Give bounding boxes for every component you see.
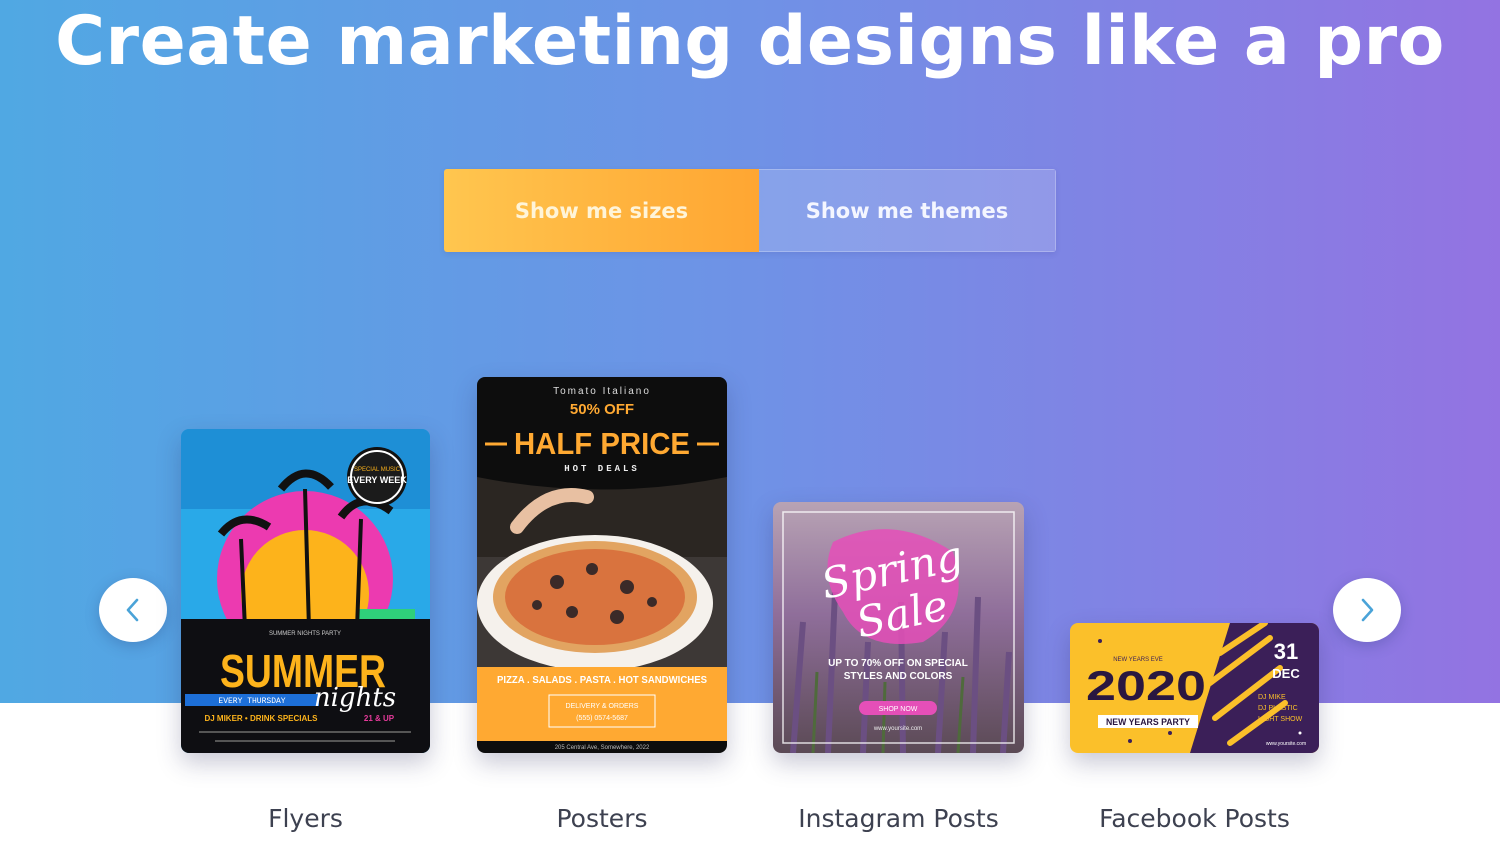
posters-label[interactable]: Posters bbox=[477, 804, 727, 833]
instagram-posts-label[interactable]: Instagram Posts bbox=[773, 804, 1024, 833]
poster-menu: PIZZA . SALADS . PASTA . HOT SANDWICHES bbox=[497, 675, 707, 686]
page-title: Create marketing designs like a pro bbox=[55, 2, 1445, 81]
poster-address: 205 Central Ave, Somewhere, 2022 bbox=[555, 745, 650, 751]
flyer-template-card[interactable]: SPECIAL MUSIC EVERY WEEK SUMMER NIGHTS P… bbox=[181, 429, 430, 753]
instagram-url: www.yoursite.com bbox=[873, 726, 922, 732]
carousel-prev-button[interactable] bbox=[99, 578, 167, 642]
view-toggle: Show me sizes Show me themes bbox=[444, 169, 1056, 252]
poster-template-card[interactable]: Tomato Italiano 50% OFF HALF PRICE HOT D… bbox=[477, 377, 727, 753]
facebook-day: 31 bbox=[1274, 639, 1298, 664]
facebook-info-1: DJ MIKE bbox=[1258, 694, 1286, 701]
flyer-age: 21 & UP bbox=[364, 714, 395, 723]
flyers-label[interactable]: Flyers bbox=[181, 804, 430, 833]
facebook-info-2: DJ PLASTIC bbox=[1258, 705, 1298, 712]
poster-delivery: DELIVERY & ORDERS bbox=[566, 703, 639, 710]
poster-phone: (555) 0574-5687 bbox=[576, 715, 628, 722]
instagram-thumbnail: Spring Sale UP TO 70% OFF ON SPECIAL STY… bbox=[773, 502, 1024, 753]
flyer-kicker: SUMMER NIGHTS PARTY bbox=[269, 631, 341, 637]
facebook-thumbnail: NEW YEARS EVE 2020 NEW YEARS PARTY 31 DE… bbox=[1070, 623, 1319, 753]
flyer-badge: EVERY WEEK bbox=[347, 475, 407, 485]
poster-title: HALF PRICE bbox=[514, 426, 690, 461]
instagram-template-card[interactable]: Spring Sale UP TO 70% OFF ON SPECIAL STY… bbox=[773, 502, 1024, 753]
facebook-template-card[interactable]: NEW YEARS EVE 2020 NEW YEARS PARTY 31 DE… bbox=[1070, 623, 1319, 753]
facebook-posts-label[interactable]: Facebook Posts bbox=[1070, 804, 1319, 833]
carousel-next-button[interactable] bbox=[1333, 578, 1401, 642]
show-sizes-button[interactable]: Show me sizes bbox=[444, 169, 759, 252]
flyer-script: nights bbox=[314, 683, 396, 713]
instagram-line-1: UP TO 70% OFF ON SPECIAL bbox=[828, 658, 968, 669]
show-themes-button[interactable]: Show me themes bbox=[759, 169, 1056, 252]
flyer-band: EVERY THURSDAY bbox=[218, 697, 285, 706]
facebook-month: DEC bbox=[1272, 666, 1300, 681]
flyer-badge-small: SPECIAL MUSIC bbox=[354, 467, 401, 473]
facebook-url: www.yoursite.com bbox=[1266, 741, 1306, 747]
poster-subtitle: HOT DEALS bbox=[564, 464, 640, 474]
flyer-thumbnail: SPECIAL MUSIC EVERY WEEK SUMMER NIGHTS P… bbox=[181, 429, 430, 753]
instagram-cta: SHOP NOW bbox=[879, 706, 918, 713]
poster-offer: 50% OFF bbox=[570, 401, 634, 418]
facebook-banner: NEW YEARS PARTY bbox=[1106, 717, 1190, 727]
flyer-line: DJ MIKER • DRINK SPECIALS bbox=[204, 714, 318, 723]
chevron-right-icon bbox=[1361, 598, 1374, 622]
instagram-line-2: STYLES AND COLORS bbox=[844, 671, 953, 682]
facebook-info-3: LIGHT SHOW bbox=[1258, 716, 1303, 723]
chevron-left-icon bbox=[126, 598, 139, 622]
poster-thumbnail: Tomato Italiano 50% OFF HALF PRICE HOT D… bbox=[477, 377, 727, 753]
poster-brand: Tomato Italiano bbox=[553, 386, 651, 397]
facebook-year: 2020 bbox=[1086, 662, 1206, 709]
